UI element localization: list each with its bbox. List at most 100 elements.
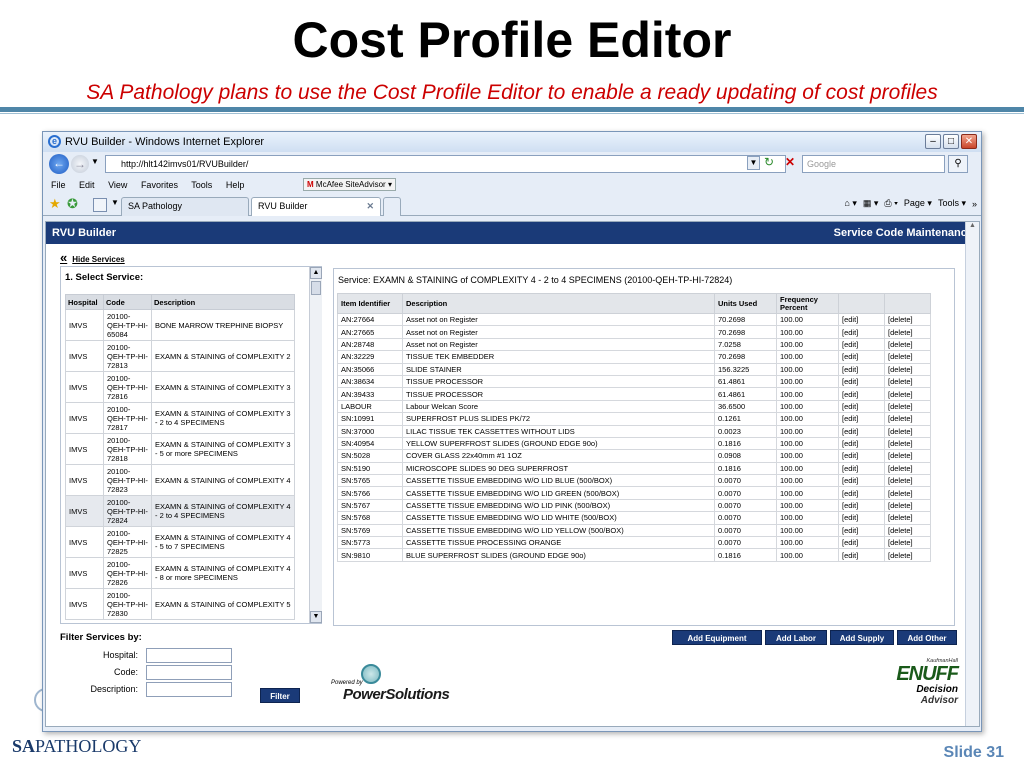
delete-link[interactable]: [delete] [884,350,931,364]
favorites-star-icon[interactable]: ★ [49,196,61,212]
tab-rvu-builder[interactable]: RVU Builder ✕ [251,197,381,216]
code-field[interactable] [146,665,232,680]
service-row[interactable]: IMVS 20100-QEH-TP-HI-72825 EXAMN & STAININ… [65,526,295,558]
edit-link[interactable]: [edit] [838,399,885,414]
delete-link[interactable]: [delete] [884,362,931,376]
page-scrollbar[interactable]: ▲ [965,222,979,726]
history-dropdown-icon[interactable]: ▼ [91,157,99,166]
edit-link[interactable]: [edit] [838,312,885,327]
edit-link[interactable]: [edit] [838,536,885,550]
delete-link[interactable]: [delete] [884,412,931,426]
menu-view[interactable]: View [108,180,127,190]
filter-button[interactable]: Filter [260,688,300,703]
description-field[interactable] [146,682,232,697]
service-row[interactable]: IMVS 20100-QEH-TP-HI-72830 EXAMN & STAININ… [65,588,295,620]
refresh-icon[interactable]: ↻ [764,155,774,169]
hospital-field[interactable] [146,648,232,663]
hide-services-link[interactable]: « Hide Services [60,250,125,265]
delete-link[interactable]: [delete] [884,498,931,513]
mcafee-siteadvisor-button[interactable]: M McAfee SiteAdvisor ▾ [303,178,396,191]
service-row[interactable]: IMVS 20100-QEH-TP-HI-72823 EXAMN & STAININ… [65,464,295,496]
url-field[interactable]: http://hlt142imvs01/RVUBuilder/ [105,155,786,173]
search-icon[interactable]: ⚲ [948,155,968,173]
new-tab-button[interactable] [383,197,401,216]
edit-link[interactable]: [edit] [838,511,885,525]
delete-link[interactable]: [delete] [884,486,931,500]
service-row[interactable]: IMVS 20100-QEH-TP-HI-72826 EXAMN & STAININ… [65,557,295,589]
edit-link[interactable]: [edit] [838,374,885,389]
search-input[interactable]: Google [802,155,945,173]
page-menu[interactable]: Page ▾ [904,198,932,209]
edit-link[interactable]: [edit] [838,387,885,401]
service-row[interactable]: IMVS 20100-QEH-TP-HI-72818 EXAMN & STAININ… [65,433,295,465]
home-icon[interactable]: ⌂ ▾ [844,198,856,209]
menu-file[interactable]: File [51,180,66,190]
delete-link[interactable]: [delete] [884,436,931,451]
add-supply-button[interactable]: Add Supply [830,630,894,645]
delete-link[interactable]: [delete] [884,449,931,463]
service-row[interactable]: IMVS 20100-QEH-TP-HI-72817 EXAMN & STAININ… [65,402,295,434]
more-chevron-icon[interactable]: » [972,199,977,209]
edit-link[interactable]: [edit] [838,337,885,352]
delete-link[interactable]: [delete] [884,312,931,327]
menu-edit[interactable]: Edit [79,180,95,190]
delete-link[interactable]: [delete] [884,399,931,414]
delete-link[interactable]: [delete] [884,387,931,401]
edit-link[interactable]: [edit] [838,325,885,339]
menu-tools[interactable]: Tools [191,180,212,190]
edit-link[interactable]: [edit] [838,498,885,513]
delete-link[interactable]: [delete] [884,337,931,352]
cost-item-row: AN:35066 SLIDE STAINER 156.3225 100.00 [edit… [337,362,931,376]
add-equipment-button[interactable]: Add Equipment [672,630,762,645]
edit-link[interactable]: [edit] [838,486,885,500]
service-row[interactable]: IMVS 20100-QEH-TP-HI-72813 EXAMN & STAININ… [65,340,295,372]
service-row[interactable]: IMVS 20100-QEH-TP-HI-72824 EXAMN & STAININ… [65,495,295,527]
minimize-button[interactable]: – [925,134,941,149]
service-row[interactable]: IMVS 20100-QEH-TP-HI-65084 BONE MARROW TRE… [65,309,295,341]
delete-link[interactable]: [delete] [884,523,931,538]
edit-link[interactable]: [edit] [838,523,885,538]
edit-link[interactable]: [edit] [838,548,885,562]
edit-link[interactable]: [edit] [838,362,885,376]
edit-link[interactable]: [edit] [838,350,885,364]
back-button[interactable]: ← [49,154,69,174]
edit-link[interactable]: [edit] [838,424,885,438]
add-favorites-icon[interactable]: ✪ [67,196,78,212]
url-dropdown-icon[interactable]: ▼ [747,156,760,170]
delete-link[interactable]: [delete] [884,548,931,562]
scroll-down-icon[interactable]: ▼ [310,611,322,623]
edit-link[interactable]: [edit] [838,461,885,476]
close-tab-icon[interactable]: ✕ [366,198,374,215]
add-other-button[interactable]: Add Other [897,630,957,645]
quick-tabs-icon[interactable] [93,198,107,212]
delete-link[interactable]: [delete] [884,461,931,476]
delete-link[interactable]: [delete] [884,424,931,438]
stop-icon[interactable]: ✕ [783,155,797,171]
tools-menu[interactable]: Tools ▾ [938,198,966,209]
scroll-up-icon[interactable]: ▲ [310,267,322,279]
delete-link[interactable]: [delete] [884,536,931,550]
delete-link[interactable]: [delete] [884,474,931,488]
scroll-up-icon[interactable]: ▲ [966,222,979,234]
forward-button[interactable]: → [71,155,89,173]
column-header: Frequency Percent [776,293,839,314]
edit-link[interactable]: [edit] [838,412,885,426]
scroll-thumb[interactable] [311,281,321,295]
tab-sa-pathology[interactable]: SA Pathology [121,197,249,216]
edit-link[interactable]: [edit] [838,474,885,488]
add-labor-button[interactable]: Add Labor [765,630,827,645]
print-icon[interactable]: ⎙ ▾ [884,198,897,209]
delete-link[interactable]: [delete] [884,374,931,389]
edit-link[interactable]: [edit] [838,449,885,463]
menu-favorites[interactable]: Favorites [141,180,178,190]
close-button[interactable]: ✕ [961,134,977,149]
maximize-button[interactable]: □ [943,134,959,149]
feeds-icon[interactable]: ▦ ▾ [863,198,879,209]
service-row[interactable]: IMVS 20100-QEH-TP-HI-72816 EXAMN & STAININ… [65,371,295,403]
tab-list-dropdown-icon[interactable]: ▼ [111,198,119,207]
delete-link[interactable]: [delete] [884,325,931,339]
menu-help[interactable]: Help [226,180,245,190]
delete-link[interactable]: [delete] [884,511,931,525]
service-list-scrollbar[interactable]: ▲ ▼ [309,267,322,623]
edit-link[interactable]: [edit] [838,436,885,451]
